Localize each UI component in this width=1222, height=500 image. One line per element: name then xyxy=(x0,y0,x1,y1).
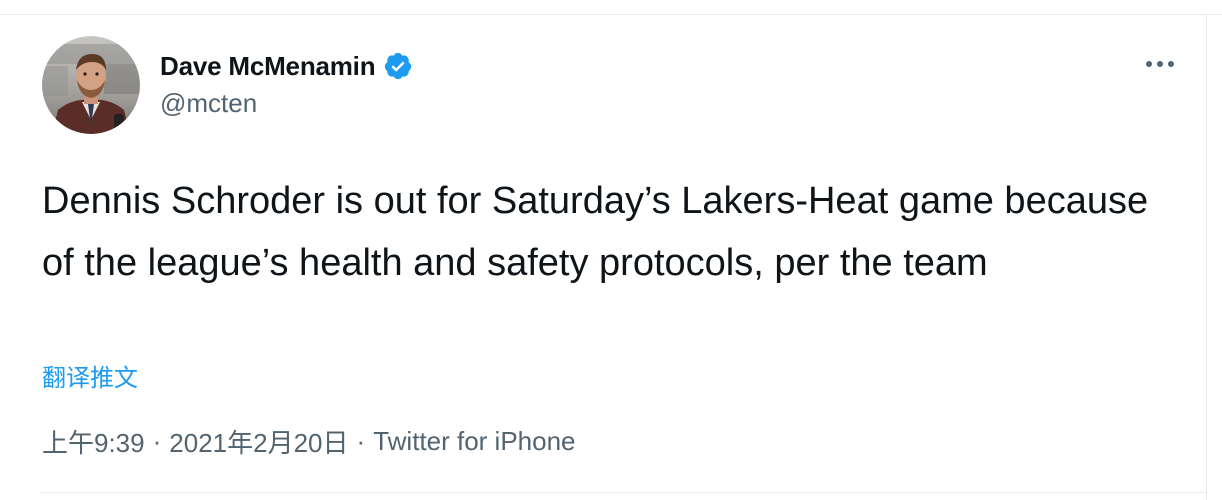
top-divider xyxy=(0,14,1222,15)
author-handle[interactable]: @mcten xyxy=(160,88,257,119)
meta-separator: · xyxy=(152,426,162,456)
tweet-text: Dennis Schroder is out for Saturday’s La… xyxy=(42,180,1149,284)
bottom-divider xyxy=(40,492,1206,493)
tweet-source[interactable]: Twitter for iPhone xyxy=(373,426,575,457)
tweet-card: Dave McMenamin @mcten Dennis Schroder is… xyxy=(0,0,1222,500)
translate-tweet-link[interactable]: 翻译推文 xyxy=(42,358,138,393)
author-name[interactable]: Dave McMenamin xyxy=(160,51,376,82)
meta-separator: · xyxy=(356,426,366,456)
tweet-metadata: 上午9:39 · 2021年2月20日 · Twitter for iPhone xyxy=(42,423,576,460)
author-name-row[interactable]: Dave McMenamin xyxy=(160,48,413,84)
tweet-time[interactable]: 上午9:39 xyxy=(42,423,145,460)
tweet-date[interactable]: 2021年2月20日 xyxy=(169,423,348,460)
verified-badge-icon xyxy=(383,51,413,81)
more-horizontal-icon xyxy=(1146,61,1174,67)
avatar-photo xyxy=(42,36,140,134)
right-divider xyxy=(1206,14,1207,500)
more-options-button[interactable] xyxy=(1138,52,1182,76)
avatar[interactable] xyxy=(42,36,140,134)
